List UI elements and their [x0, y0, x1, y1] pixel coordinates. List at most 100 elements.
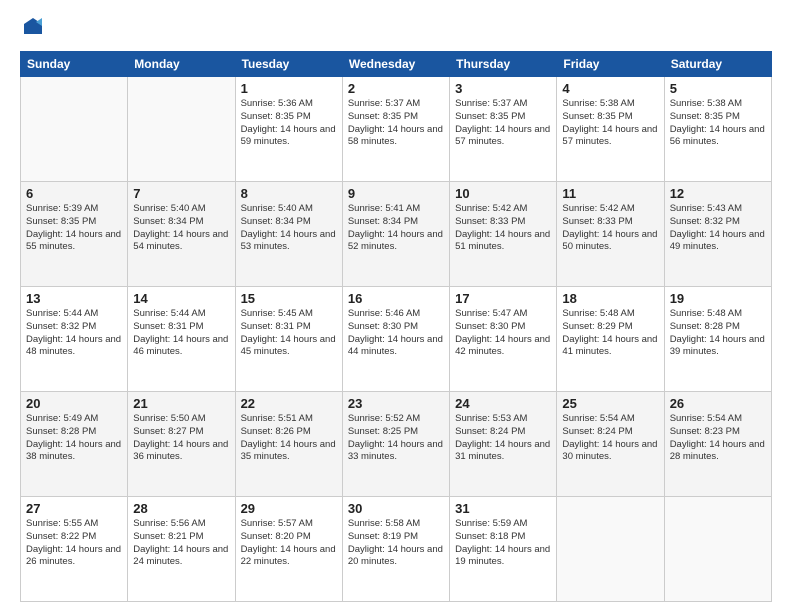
- calendar-cell: 15 Sunrise: 5:45 AM Sunset: 8:31 PM Dayli…: [235, 287, 342, 392]
- day-header-tuesday: Tuesday: [235, 52, 342, 77]
- day-info: Sunrise: 5:58 AM Sunset: 8:19 PM Dayligh…: [348, 518, 444, 569]
- day-number: 15: [241, 291, 337, 306]
- calendar-cell: [21, 77, 128, 182]
- day-info: Sunrise: 5:37 AM Sunset: 8:35 PM Dayligh…: [348, 98, 444, 149]
- day-info: Sunrise: 5:42 AM Sunset: 8:33 PM Dayligh…: [455, 203, 551, 254]
- day-header-sunday: Sunday: [21, 52, 128, 77]
- day-number: 25: [562, 396, 658, 411]
- calendar-cell: 18 Sunrise: 5:48 AM Sunset: 8:29 PM Dayli…: [557, 287, 664, 392]
- calendar-cell: 24Sunrise: 5:53 AM Sunset: 8:24 PM Dayli…: [450, 392, 557, 497]
- day-info: Sunrise: 5:40 AM Sunset: 8:34 PM Dayligh…: [133, 203, 229, 254]
- day-number: 1: [241, 81, 337, 96]
- calendar-table: SundayMondayTuesdayWednesdayThursdayFrid…: [20, 51, 772, 602]
- day-info: Sunrise: 5:42 AM Sunset: 8:33 PM Dayligh…: [562, 203, 658, 254]
- day-info: Sunrise: 5:36 AM Sunset: 8:35 PM Dayligh…: [241, 98, 337, 149]
- day-header-monday: Monday: [128, 52, 235, 77]
- day-info: Sunrise: 5:48 AM Sunset: 8:29 PM Dayligh…: [562, 308, 658, 359]
- day-number: 27: [26, 501, 122, 516]
- calendar-cell: 23Sunrise: 5:52 AM Sunset: 8:25 PM Dayli…: [342, 392, 449, 497]
- calendar-cell: 9 Sunrise: 5:41 AM Sunset: 8:34 PM Daylig…: [342, 182, 449, 287]
- day-info: Sunrise: 5:37 AM Sunset: 8:35 PM Dayligh…: [455, 98, 551, 149]
- calendar-cell: 22Sunrise: 5:51 AM Sunset: 8:26 PM Dayli…: [235, 392, 342, 497]
- calendar-cell: 27Sunrise: 5:55 AM Sunset: 8:22 PM Dayli…: [21, 497, 128, 602]
- day-info: Sunrise: 5:38 AM Sunset: 8:35 PM Dayligh…: [670, 98, 766, 149]
- calendar-cell: 14Sunrise: 5:44 AM Sunset: 8:31 PM Dayli…: [128, 287, 235, 392]
- calendar-cell: 5 Sunrise: 5:38 AM Sunset: 8:35 PM Daylig…: [664, 77, 771, 182]
- calendar-week-row: 13 Sunrise: 5:44 AM Sunset: 8:32 PM Dayli…: [21, 287, 772, 392]
- day-info: Sunrise: 5:45 AM Sunset: 8:31 PM Dayligh…: [241, 308, 337, 359]
- day-number: 18: [562, 291, 658, 306]
- day-info: Sunrise: 5:40 AM Sunset: 8:34 PM Dayligh…: [241, 203, 337, 254]
- day-number: 21: [133, 396, 229, 411]
- day-number: 5: [670, 81, 766, 96]
- day-header-thursday: Thursday: [450, 52, 557, 77]
- day-number: 30: [348, 501, 444, 516]
- calendar-cell: 28 Sunrise: 5:56 AM Sunset: 8:21 PM Dayli…: [128, 497, 235, 602]
- day-info: Sunrise: 5:54 AM Sunset: 8:23 PM Dayligh…: [670, 413, 766, 464]
- logo-text: [20, 16, 44, 43]
- day-info: Sunrise: 5:54 AM Sunset: 8:24 PM Dayligh…: [562, 413, 658, 464]
- calendar-cell: 1 Sunrise: 5:36 AM Sunset: 8:35 PM Daylig…: [235, 77, 342, 182]
- day-info: Sunrise: 5:43 AM Sunset: 8:32 PM Dayligh…: [670, 203, 766, 254]
- day-number: 31: [455, 501, 551, 516]
- calendar-week-row: 27Sunrise: 5:55 AM Sunset: 8:22 PM Dayli…: [21, 497, 772, 602]
- calendar-cell: 11 Sunrise: 5:42 AM Sunset: 8:33 PM Dayli…: [557, 182, 664, 287]
- logo-icon: [22, 16, 44, 38]
- day-info: Sunrise: 5:51 AM Sunset: 8:26 PM Dayligh…: [241, 413, 337, 464]
- calendar-cell: 6Sunrise: 5:39 AM Sunset: 8:35 PM Daylig…: [21, 182, 128, 287]
- day-number: 20: [26, 396, 122, 411]
- page: SundayMondayTuesdayWednesdayThursdayFrid…: [0, 0, 792, 612]
- day-info: Sunrise: 5:47 AM Sunset: 8:30 PM Dayligh…: [455, 308, 551, 359]
- calendar-cell: 21 Sunrise: 5:50 AM Sunset: 8:27 PM Dayli…: [128, 392, 235, 497]
- calendar-cell: 3 Sunrise: 5:37 AM Sunset: 8:35 PM Daylig…: [450, 77, 557, 182]
- day-number: 13: [26, 291, 122, 306]
- day-number: 4: [562, 81, 658, 96]
- day-number: 10: [455, 186, 551, 201]
- day-info: Sunrise: 5:49 AM Sunset: 8:28 PM Dayligh…: [26, 413, 122, 464]
- day-number: 7: [133, 186, 229, 201]
- day-info: Sunrise: 5:44 AM Sunset: 8:32 PM Dayligh…: [26, 308, 122, 359]
- day-info: Sunrise: 5:53 AM Sunset: 8:24 PM Dayligh…: [455, 413, 551, 464]
- calendar-cell: 8 Sunrise: 5:40 AM Sunset: 8:34 PM Daylig…: [235, 182, 342, 287]
- header: [20, 16, 772, 43]
- day-number: 11: [562, 186, 658, 201]
- day-number: 29: [241, 501, 337, 516]
- calendar-cell: [128, 77, 235, 182]
- logo: [20, 16, 44, 43]
- day-number: 2: [348, 81, 444, 96]
- calendar-cell: 7 Sunrise: 5:40 AM Sunset: 8:34 PM Daylig…: [128, 182, 235, 287]
- calendar-week-row: 6Sunrise: 5:39 AM Sunset: 8:35 PM Daylig…: [21, 182, 772, 287]
- day-info: Sunrise: 5:50 AM Sunset: 8:27 PM Dayligh…: [133, 413, 229, 464]
- day-info: Sunrise: 5:56 AM Sunset: 8:21 PM Dayligh…: [133, 518, 229, 569]
- calendar-cell: 25 Sunrise: 5:54 AM Sunset: 8:24 PM Dayli…: [557, 392, 664, 497]
- day-info: Sunrise: 5:59 AM Sunset: 8:18 PM Dayligh…: [455, 518, 551, 569]
- calendar-cell: 13 Sunrise: 5:44 AM Sunset: 8:32 PM Dayli…: [21, 287, 128, 392]
- day-info: Sunrise: 5:46 AM Sunset: 8:30 PM Dayligh…: [348, 308, 444, 359]
- day-number: 16: [348, 291, 444, 306]
- day-number: 12: [670, 186, 766, 201]
- calendar-cell: 4 Sunrise: 5:38 AM Sunset: 8:35 PM Daylig…: [557, 77, 664, 182]
- calendar-cell: 16 Sunrise: 5:46 AM Sunset: 8:30 PM Dayli…: [342, 287, 449, 392]
- day-number: 26: [670, 396, 766, 411]
- calendar-cell: 10 Sunrise: 5:42 AM Sunset: 8:33 PM Dayli…: [450, 182, 557, 287]
- day-number: 8: [241, 186, 337, 201]
- day-number: 3: [455, 81, 551, 96]
- day-info: Sunrise: 5:38 AM Sunset: 8:35 PM Dayligh…: [562, 98, 658, 149]
- day-number: 28: [133, 501, 229, 516]
- calendar-cell: 12 Sunrise: 5:43 AM Sunset: 8:32 PM Dayli…: [664, 182, 771, 287]
- day-number: 17: [455, 291, 551, 306]
- day-info: Sunrise: 5:44 AM Sunset: 8:31 PM Dayligh…: [133, 308, 229, 359]
- day-header-saturday: Saturday: [664, 52, 771, 77]
- calendar-cell: 31 Sunrise: 5:59 AM Sunset: 8:18 PM Dayli…: [450, 497, 557, 602]
- calendar-cell: 29Sunrise: 5:57 AM Sunset: 8:20 PM Dayli…: [235, 497, 342, 602]
- calendar-cell: [664, 497, 771, 602]
- calendar-header-row: SundayMondayTuesdayWednesdayThursdayFrid…: [21, 52, 772, 77]
- calendar-cell: 30 Sunrise: 5:58 AM Sunset: 8:19 PM Dayli…: [342, 497, 449, 602]
- calendar-cell: 2 Sunrise: 5:37 AM Sunset: 8:35 PM Daylig…: [342, 77, 449, 182]
- day-info: Sunrise: 5:41 AM Sunset: 8:34 PM Dayligh…: [348, 203, 444, 254]
- calendar-cell: 20 Sunrise: 5:49 AM Sunset: 8:28 PM Dayli…: [21, 392, 128, 497]
- day-header-friday: Friday: [557, 52, 664, 77]
- day-number: 9: [348, 186, 444, 201]
- day-number: 23: [348, 396, 444, 411]
- calendar-cell: 26 Sunrise: 5:54 AM Sunset: 8:23 PM Dayli…: [664, 392, 771, 497]
